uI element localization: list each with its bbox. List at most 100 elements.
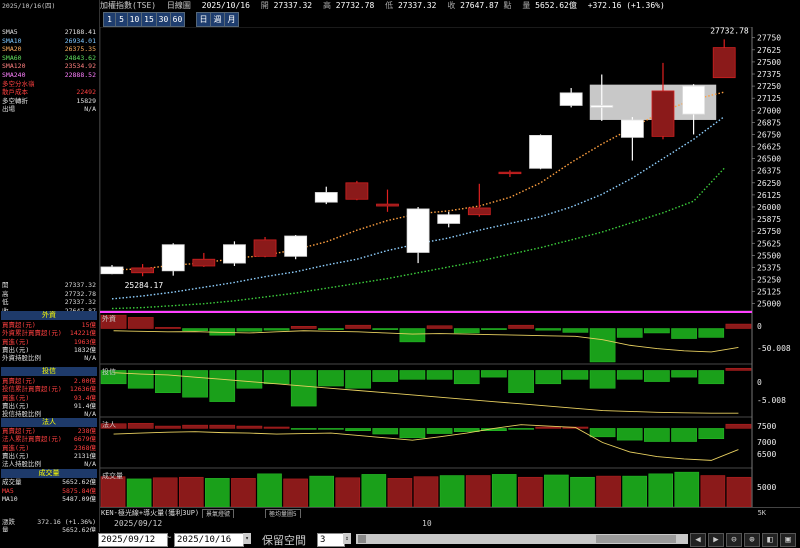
low-annotation: 25284.17	[125, 281, 164, 290]
close-quote: 收 27647.87 點	[447, 1, 511, 10]
volume-bar	[361, 474, 387, 508]
inst-chart-bar	[345, 428, 371, 431]
nav-icon-4[interactable]: ◧	[762, 533, 778, 547]
period-button-2[interactable]: 10	[127, 12, 142, 27]
candle-body	[314, 192, 338, 203]
period-button-3[interactable]: 15	[141, 12, 157, 27]
axis-tick-10: 10	[422, 519, 432, 528]
period-button-5[interactable]: 60	[170, 12, 185, 27]
horizontal-scrollbar[interactable]	[356, 534, 688, 544]
foreign-chart-bar	[263, 328, 290, 331]
nav-icon-1[interactable]: ▶	[708, 533, 724, 547]
volume-bar	[544, 474, 569, 508]
to-date-input[interactable]: 2025/10/16	[174, 533, 244, 547]
foreign-chart-bar	[535, 328, 562, 331]
y-tick-label: 25875	[757, 215, 781, 224]
from-date-input[interactable]: 2025/09/12	[98, 533, 168, 547]
nav-icon-5[interactable]: ▣	[780, 533, 796, 547]
period-button-4[interactable]: 30	[156, 12, 171, 27]
period-button-7[interactable]: 週	[210, 12, 225, 27]
trust-chart-bar	[345, 370, 371, 389]
y-tick-label: 25125	[757, 288, 781, 297]
nav-icon-3[interactable]: ⊕	[744, 533, 760, 547]
trust-chart-bar	[399, 370, 426, 380]
period-button-6[interactable]: 日	[196, 12, 211, 27]
trust-tick: -5.008	[757, 396, 786, 405]
volume-bar	[570, 476, 595, 508]
inst-chart-bar	[589, 428, 616, 438]
foreign-chart-bar	[589, 328, 616, 363]
foreign-chart-bar	[725, 323, 752, 329]
trust-section-title: 投信	[1, 367, 97, 376]
points-label: 點	[503, 1, 512, 10]
volume-bar	[622, 475, 647, 508]
trust-chart-bar	[453, 370, 480, 385]
candle-body	[467, 207, 491, 216]
nav-icon-2[interactable]: ⊖	[726, 533, 742, 547]
candle-body	[498, 171, 522, 175]
volume-section-title: 成交量	[1, 469, 97, 478]
foreign-chart-bar	[671, 328, 697, 339]
foreign-chart-bar	[372, 328, 399, 330]
trust-chart-bar	[372, 370, 399, 382]
y-tick-label: 27250	[757, 82, 781, 91]
trust-chart-bar	[426, 370, 453, 380]
low-label: 低	[385, 1, 394, 10]
y-tick-label: 25250	[757, 276, 781, 285]
inst-chart-bar	[508, 428, 534, 430]
trust-chart-bar	[209, 370, 236, 402]
foreign-chart-bar	[236, 328, 263, 332]
scroll-thumb[interactable]	[596, 535, 676, 543]
volume-bar	[257, 473, 282, 508]
trust-chart-bar	[508, 370, 534, 393]
inst-chart-bar	[616, 428, 643, 441]
stepper-icon[interactable]: ⇕	[343, 533, 351, 544]
volume-tick: 5000	[757, 483, 776, 492]
foreign-chart-bar	[127, 317, 154, 329]
reserve-space-input[interactable]: 3	[317, 533, 345, 547]
period-button-8[interactable]: 月	[224, 12, 239, 27]
foreign-tick: -50.008	[757, 344, 791, 353]
panel-frame-3	[99, 416, 753, 469]
inst-chart-bar	[698, 428, 725, 439]
candle-body	[284, 235, 308, 257]
panel-frame-0	[99, 26, 753, 312]
left-info-panel: 2025/10/16(四) SMA5 27188.41 SMA10 26934.01 S…	[0, 0, 100, 547]
row-label: 法人持股比例	[2, 460, 41, 469]
chart-svg[interactable]: 25000 25125 25250 25375 25500 25625 25750 25875…	[99, 26, 800, 532]
candle-body	[192, 258, 216, 267]
bar-date: 2025/10/16	[201, 1, 250, 10]
trust-chart-bar	[616, 370, 643, 380]
inst-chart-bar	[399, 428, 426, 439]
candle-body	[406, 208, 430, 253]
candle-body	[345, 182, 369, 200]
scroll-left-icon[interactable]	[358, 535, 366, 543]
volume-label: 量	[522, 1, 531, 10]
foreign-chart-bar	[399, 328, 426, 343]
volume-bar	[283, 478, 308, 508]
close-label: 收	[447, 1, 456, 10]
row-value: N/A	[84, 354, 96, 363]
nav-icon-0[interactable]: ◀	[690, 533, 706, 547]
quote-header: 加權指數(TSE) 日線圖 2025/10/16 開 27337.32 高 27…	[100, 0, 800, 11]
range-tilde: ~	[166, 533, 172, 543]
trust-chart-bar	[263, 370, 290, 385]
candle-body	[253, 239, 277, 257]
volume-bar	[413, 476, 439, 508]
y-tick-label: 26500	[757, 155, 781, 164]
inst-chart-bar	[127, 422, 154, 429]
volume-bar	[700, 475, 726, 508]
change-value: +372.16 (+1.36%)	[587, 1, 665, 10]
trust-chart-bar	[155, 370, 181, 393]
calendar-dropdown-icon[interactable]: ▾	[243, 533, 251, 544]
candle-body	[437, 214, 461, 224]
high-value: 27732.78	[335, 1, 375, 10]
volume-bar	[387, 478, 413, 508]
high-quote: 高 27732.78	[323, 1, 374, 10]
candle-body	[529, 135, 552, 169]
close-value: 27647.87	[460, 1, 499, 10]
volume-bar	[178, 476, 204, 508]
foreign-chart-line	[113, 330, 739, 353]
inst-chart-bar	[182, 424, 208, 429]
y-tick-label: 26750	[757, 130, 781, 139]
